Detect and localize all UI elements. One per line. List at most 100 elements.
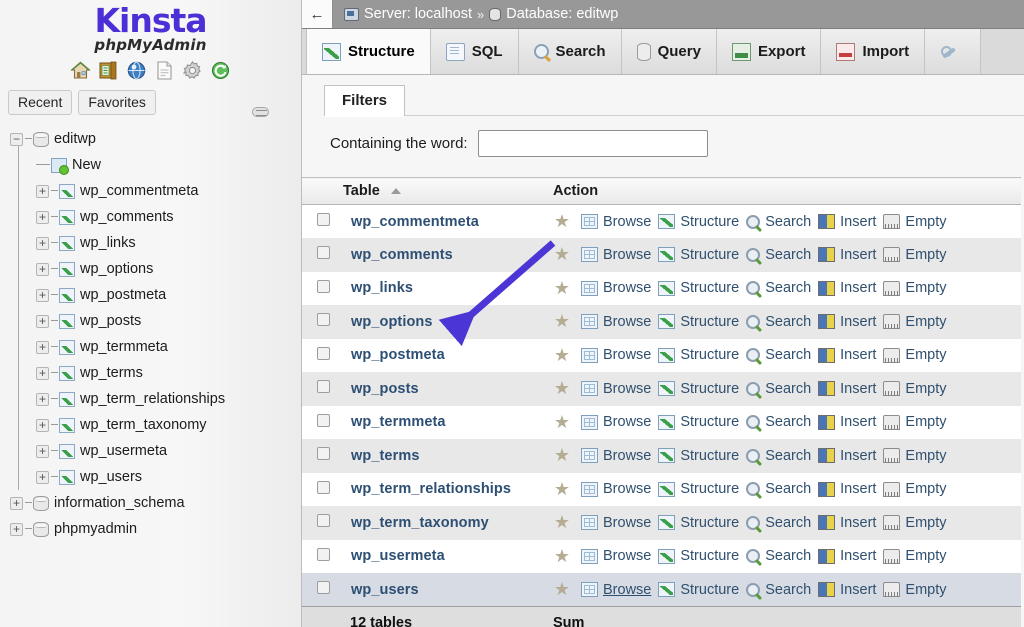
row-checkbox[interactable]	[317, 246, 330, 260]
expand-icon[interactable]: +	[10, 522, 23, 536]
tree-item-wp_comments[interactable]: + wp_comments	[0, 204, 301, 230]
action-empty[interactable]: Empty	[883, 548, 947, 564]
action-empty[interactable]: Empty	[883, 314, 947, 330]
action-browse[interactable]: Browse	[581, 314, 651, 330]
action-structure[interactable]: Structure	[658, 214, 739, 230]
table-row[interactable]: wp_links ★ Browse Structure Search Insert Empt…	[302, 271, 1021, 305]
expand-icon[interactable]: +	[36, 184, 49, 198]
action-browse[interactable]: Browse	[581, 347, 651, 363]
favorite-star-icon[interactable]: ★	[553, 446, 571, 464]
table-name-cell[interactable]: wp_postmeta	[342, 338, 552, 372]
action-search[interactable]: Search	[746, 381, 811, 397]
expand-icon[interactable]: +	[36, 366, 49, 380]
row-checkbox[interactable]	[317, 480, 330, 494]
select-all-header[interactable]	[302, 177, 342, 205]
table-row[interactable]: wp_term_relationships ★ Browse Structure Sea…	[302, 472, 1021, 506]
tree-item-wp_terms[interactable]: + wp_terms	[0, 360, 301, 386]
table-row[interactable]: wp_terms ★ Browse Structure Search Insert Empt…	[302, 439, 1021, 473]
table-name-cell[interactable]: wp_term_taxonomy	[342, 506, 552, 540]
table-name-link[interactable]: wp_usermeta	[343, 548, 445, 564]
action-browse[interactable]: Browse	[581, 414, 651, 430]
action-structure[interactable]: Structure	[658, 481, 739, 497]
action-insert[interactable]: Insert	[818, 414, 876, 430]
table-name-cell[interactable]: wp_comments	[342, 238, 552, 272]
action-search[interactable]: Search	[746, 582, 811, 598]
row-checkbox[interactable]	[317, 547, 330, 561]
table-name-link[interactable]: wp_term_relationships	[343, 481, 511, 497]
table-row[interactable]: wp_usermeta ★ Browse Structure Search Insert E…	[302, 539, 1021, 573]
kinsta-logo[interactable]: Kinsta phpMyAdmin	[0, 0, 301, 53]
action-empty[interactable]: Empty	[883, 214, 947, 230]
favorite-star-icon[interactable]: ★	[553, 379, 571, 397]
row-checkbox-cell[interactable]	[302, 372, 342, 406]
documentation-page-icon[interactable]	[154, 60, 175, 81]
tab-structure[interactable]: Structure	[306, 29, 431, 74]
action-empty[interactable]: Empty	[883, 347, 947, 363]
favorite-star-icon[interactable]: ★	[553, 413, 571, 431]
table-name-link[interactable]: wp_links	[343, 280, 413, 296]
action-search[interactable]: Search	[746, 481, 811, 497]
tree-item-phpmyadmin[interactable]: + phpmyadmin	[0, 516, 301, 542]
row-checkbox[interactable]	[317, 581, 330, 594]
settings-gear-icon[interactable]	[182, 60, 203, 81]
table-row[interactable]: wp_posts ★ Browse Structure Search Insert Empt…	[302, 372, 1021, 406]
table-name-cell[interactable]: wp_commentmeta	[342, 204, 552, 238]
action-search[interactable]: Search	[746, 448, 811, 464]
back-arrow-icon[interactable]: ←	[302, 0, 333, 28]
favorite-star-icon[interactable]: ★	[553, 547, 571, 565]
action-insert[interactable]: Insert	[818, 247, 876, 263]
row-checkbox-cell[interactable]	[302, 204, 342, 238]
table-column-header[interactable]: Table	[342, 177, 552, 205]
row-checkbox[interactable]	[317, 413, 330, 427]
action-structure[interactable]: Structure	[658, 548, 739, 564]
table-name-cell[interactable]: wp_termmeta	[342, 405, 552, 439]
favorite-star-icon[interactable]: ★	[553, 346, 571, 364]
action-insert[interactable]: Insert	[818, 515, 876, 531]
favorite-star-icon[interactable]: ★	[553, 580, 571, 598]
action-search[interactable]: Search	[746, 347, 811, 363]
table-row[interactable]: wp_commentmeta ★ Browse Structure Search Inse…	[302, 204, 1021, 238]
action-structure[interactable]: Structure	[658, 515, 739, 531]
table-row[interactable]: wp_users ★ Browse Structure Search Insert Empt…	[302, 573, 1021, 607]
tree-item-wp_links[interactable]: + wp_links	[0, 230, 301, 256]
table-name-cell[interactable]: wp_posts	[342, 372, 552, 406]
action-insert[interactable]: Insert	[818, 280, 876, 296]
action-structure[interactable]: Structure	[658, 448, 739, 464]
action-empty[interactable]: Empty	[883, 414, 947, 430]
action-insert[interactable]: Insert	[818, 582, 876, 598]
expand-icon[interactable]: +	[36, 392, 49, 406]
expand-icon[interactable]: +	[36, 236, 49, 250]
row-checkbox[interactable]	[317, 279, 330, 293]
favorite-star-icon[interactable]: ★	[553, 480, 571, 498]
favorite-star-icon[interactable]: ★	[553, 279, 571, 297]
table-name-link[interactable]: wp_commentmeta	[343, 214, 479, 230]
favorite-star-icon[interactable]: ★	[553, 245, 571, 263]
table-row[interactable]: wp_postmeta ★ Browse Structure Search Insert E…	[302, 338, 1021, 372]
table-name-cell[interactable]: wp_links	[342, 271, 552, 305]
table-name-cell[interactable]: wp_options	[342, 305, 552, 339]
home-icon[interactable]	[70, 60, 91, 81]
tree-item-wp_commentmeta[interactable]: + wp_commentmeta	[0, 178, 301, 204]
action-empty[interactable]: Empty	[883, 582, 947, 598]
table-name-cell[interactable]: wp_terms	[342, 439, 552, 473]
row-checkbox-cell[interactable]	[302, 472, 342, 506]
action-insert[interactable]: Insert	[818, 481, 876, 497]
expand-icon[interactable]: +	[36, 444, 49, 458]
action-structure[interactable]: Structure	[658, 381, 739, 397]
breadcrumb-server[interactable]: Server: localhost	[364, 6, 472, 22]
expand-icon[interactable]: +	[36, 210, 49, 224]
expand-icon[interactable]: +	[36, 262, 49, 276]
tab-operations[interactable]	[924, 29, 982, 74]
action-search[interactable]: Search	[746, 414, 811, 430]
action-structure[interactable]: Structure	[658, 347, 739, 363]
table-row[interactable]: wp_options ★ Browse Structure Search Insert Em…	[302, 305, 1021, 339]
table-name-link[interactable]: wp_options	[343, 314, 433, 330]
action-browse[interactable]: Browse	[581, 381, 651, 397]
expand-icon[interactable]: +	[36, 470, 49, 484]
row-checkbox[interactable]	[317, 447, 330, 461]
table-name-cell[interactable]: wp_users	[342, 573, 552, 607]
tree-item-wp_postmeta[interactable]: + wp_postmeta	[0, 282, 301, 308]
row-checkbox-cell[interactable]	[302, 573, 342, 607]
table-name-cell[interactable]: wp_usermeta	[342, 539, 552, 573]
tree-item-wp_users[interactable]: + wp_users	[0, 464, 301, 490]
